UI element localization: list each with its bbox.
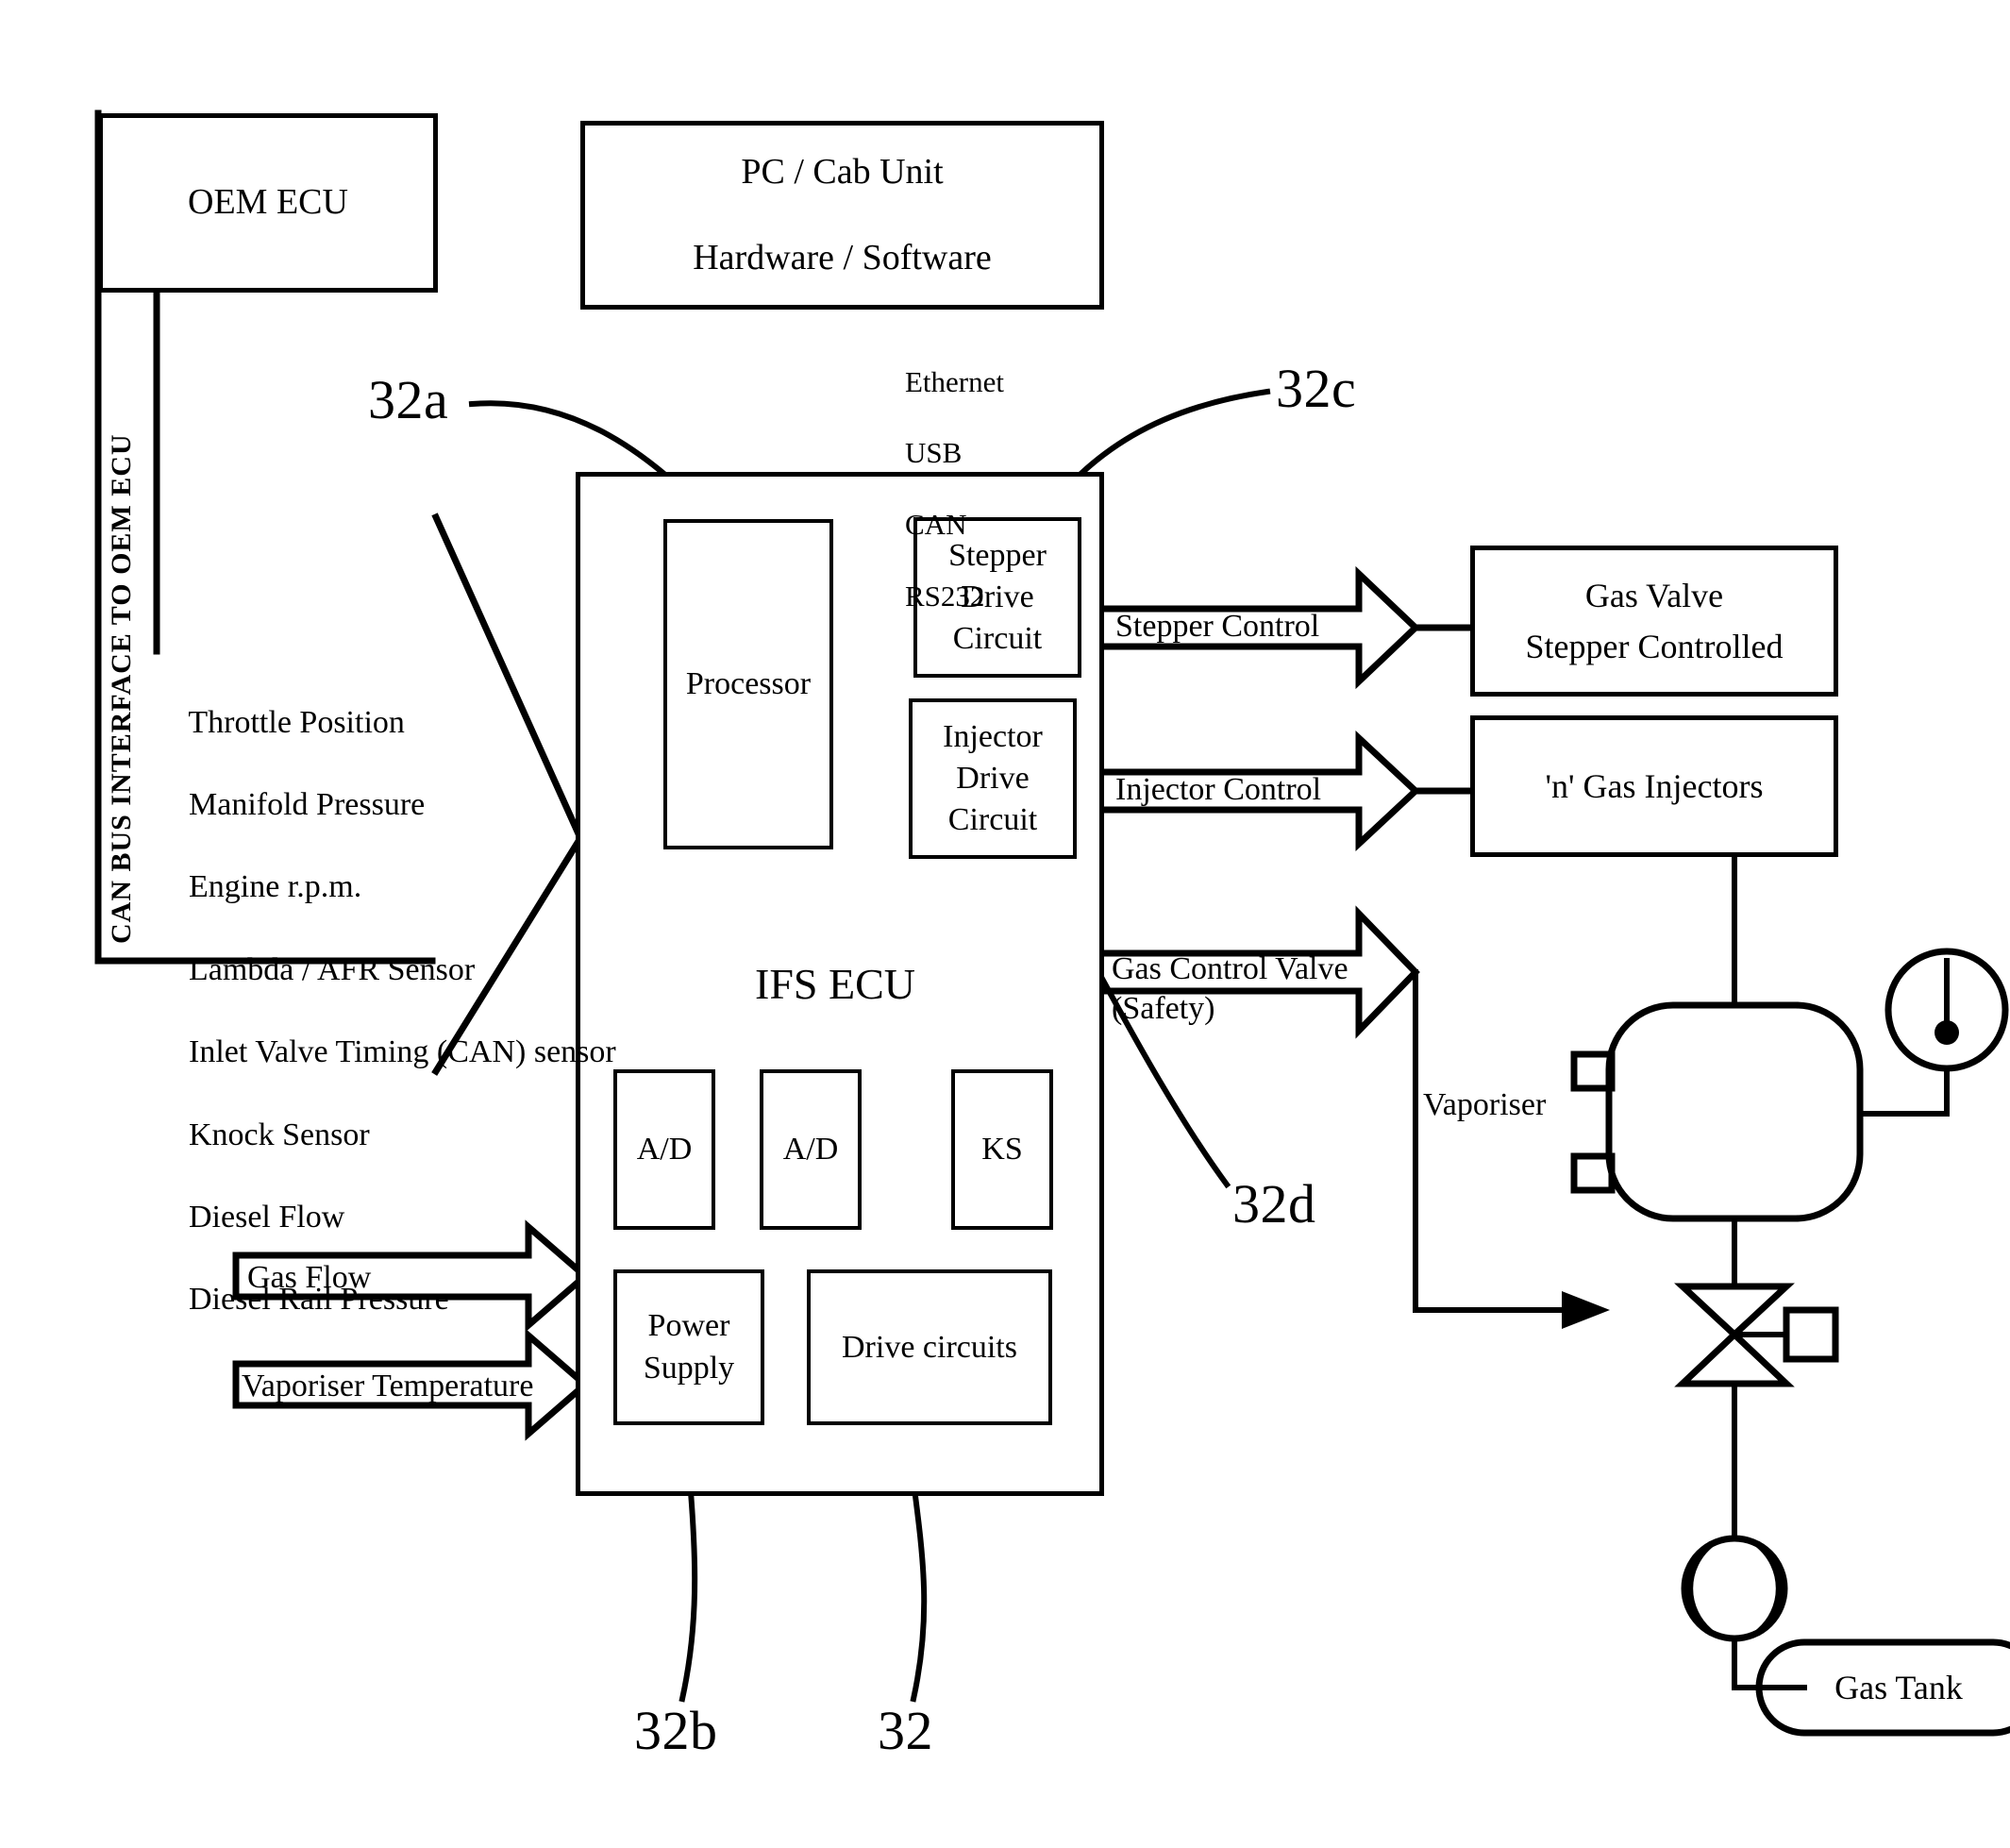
injector-drive-line1: Injector: [943, 718, 1043, 754]
reference-numeral-32: 32: [878, 1700, 933, 1761]
power-supply-block: Power Supply: [613, 1269, 764, 1425]
can-bus-interface-label: CAN BUS INTERFACE TO OEM ECU: [106, 433, 137, 944]
knock-sensor-label: KS: [981, 1132, 1023, 1168]
ad-converter-2-block: A/D: [760, 1069, 862, 1230]
gas-tank-label: Gas Tank: [1834, 1669, 1963, 1706]
processor-block: Processor: [663, 519, 833, 849]
stepper-control-label: Stepper Control: [1115, 609, 1320, 644]
reference-numeral-32b: 32b: [634, 1700, 718, 1761]
ifs-ecu-label: IFS ECU: [755, 960, 915, 1008]
gas-valve-line2: Stepper Controlled: [1525, 628, 1784, 665]
ad-converter-2-label: A/D: [782, 1132, 839, 1168]
drive-circuits-block: Drive circuits: [807, 1269, 1052, 1425]
drive-circuits-label: Drive circuits: [842, 1329, 1017, 1365]
vaporiser-temperature-label: Vaporiser Temperature: [242, 1369, 534, 1403]
gas-valve-line1: Gas Valve: [1584, 577, 1724, 614]
injector-control-label: Injector Control: [1115, 772, 1322, 807]
ad-converter-1-block: A/D: [613, 1069, 715, 1230]
injector-drive-circuit-block: Injector Drive Circuit: [909, 698, 1077, 859]
gas-control-valve-label-line1: Gas Control Valve: [1112, 951, 1348, 986]
sensor-item: Throttle Position: [188, 704, 405, 740]
sensor-item: Inlet Valve Timing (CAN) sensor: [189, 1034, 616, 1070]
power-supply-line2: Supply: [643, 1350, 735, 1386]
pc-cab-unit-block: PC / Cab Unit Hardware / Software: [580, 121, 1104, 310]
knock-sensor-block: KS: [951, 1069, 1053, 1230]
pc-cab-unit-subtitle: Hardware / Software: [693, 238, 992, 277]
gas-flow-label: Gas Flow: [247, 1260, 372, 1295]
gas-valve-block: Gas Valve Stepper Controlled: [1470, 546, 1838, 697]
interface-protocol-list: Ethernet USB CAN RS232: [876, 328, 1004, 649]
processor-label: Processor: [685, 666, 812, 702]
ad-converter-1-label: A/D: [636, 1132, 693, 1168]
oem-ecu-label: OEM ECU: [188, 182, 348, 223]
sensor-item: Diesel Flow: [189, 1199, 345, 1235]
gas-injectors-block: 'n' Gas Injectors: [1470, 715, 1838, 857]
protocol-item: CAN: [905, 508, 967, 542]
oem-ecu-block: OEM ECU: [98, 113, 438, 293]
sensor-input-list: Throttle Position Manifold Pressure Engi…: [157, 661, 616, 1362]
vaporiser-label: Vaporiser: [1423, 1087, 1547, 1122]
gas-control-valve-label-line2: (Safety): [1112, 991, 1215, 1026]
reference-numeral-32a: 32a: [368, 369, 449, 430]
diagram-canvas: OEM ECU PC / Cab Unit Hardware / Softwar…: [0, 0, 2010, 1848]
protocol-item: RS232: [905, 579, 985, 613]
injector-drive-line2: Drive: [956, 760, 1030, 796]
sensor-item: Lambda / AFR Sensor: [189, 951, 476, 987]
injector-drive-line3: Circuit: [947, 802, 1038, 838]
reference-numeral-32c: 32c: [1276, 358, 1357, 419]
sensor-item: Manifold Pressure: [189, 787, 426, 823]
sensor-item: Engine r.p.m.: [189, 869, 362, 905]
protocol-item: USB: [905, 436, 963, 470]
power-supply-line1: Power: [647, 1308, 730, 1344]
pc-cab-unit-title: PC / Cab Unit: [741, 151, 944, 192]
protocol-item: Ethernet: [905, 364, 1005, 398]
sensor-item: Knock Sensor: [189, 1117, 370, 1152]
reference-numeral-32d: 32d: [1232, 1173, 1316, 1235]
gas-injectors-label: 'n' Gas Injectors: [1545, 766, 1764, 805]
